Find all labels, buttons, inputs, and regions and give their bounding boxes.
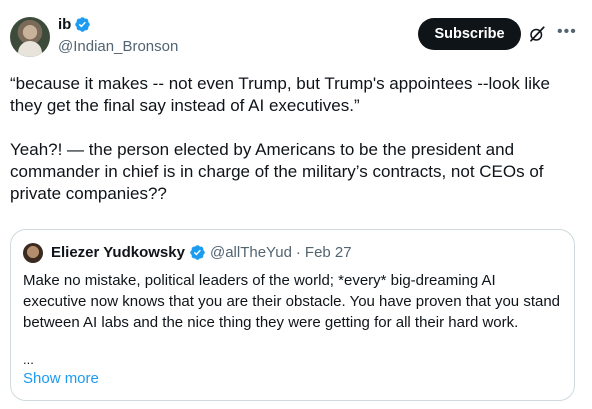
- author-name-row[interactable]: ib: [58, 16, 91, 33]
- quoted-author-name[interactable]: Eliezer Yudkowsky: [51, 244, 185, 261]
- quoted-tweet-text: Make no mistake, political leaders of th…: [23, 272, 561, 331]
- quoted-tweet[interactable]: Eliezer Yudkowsky @allTheYud · Feb 27 Ma…: [10, 229, 575, 401]
- tweet: ib @Indian_Bronson Subscribe ••• “becaus…: [0, 0, 592, 409]
- quoted-author-avatar[interactable]: [23, 243, 43, 263]
- subscribe-button[interactable]: Subscribe: [418, 18, 521, 50]
- tweet-text: “because it makes -- not even Trump, but…: [10, 73, 582, 227]
- show-more-link[interactable]: Show more: [23, 370, 99, 387]
- verified-badge-icon: [190, 245, 205, 260]
- quoted-tweet-ellipsis: ...: [23, 352, 34, 367]
- meta-separator: ·: [295, 244, 301, 261]
- tweet-paragraph-1: “because it makes -- not even Trump, but…: [10, 74, 550, 115]
- quoted-tweet-date[interactable]: Feb 27: [305, 244, 352, 261]
- more-options-icon[interactable]: •••: [557, 24, 577, 40]
- grok-icon[interactable]: [528, 25, 546, 43]
- quoted-tweet-header: Eliezer Yudkowsky @allTheYud · Feb 27: [51, 244, 352, 261]
- quoted-author-handle[interactable]: @allTheYud: [210, 244, 292, 261]
- author-handle[interactable]: @Indian_Bronson: [58, 38, 178, 55]
- tweet-paragraph-2: Yeah?! — the person elected by Americans…: [10, 140, 544, 203]
- verified-badge-icon: [75, 17, 91, 32]
- author-avatar[interactable]: [10, 17, 50, 57]
- author-name[interactable]: ib: [58, 16, 71, 33]
